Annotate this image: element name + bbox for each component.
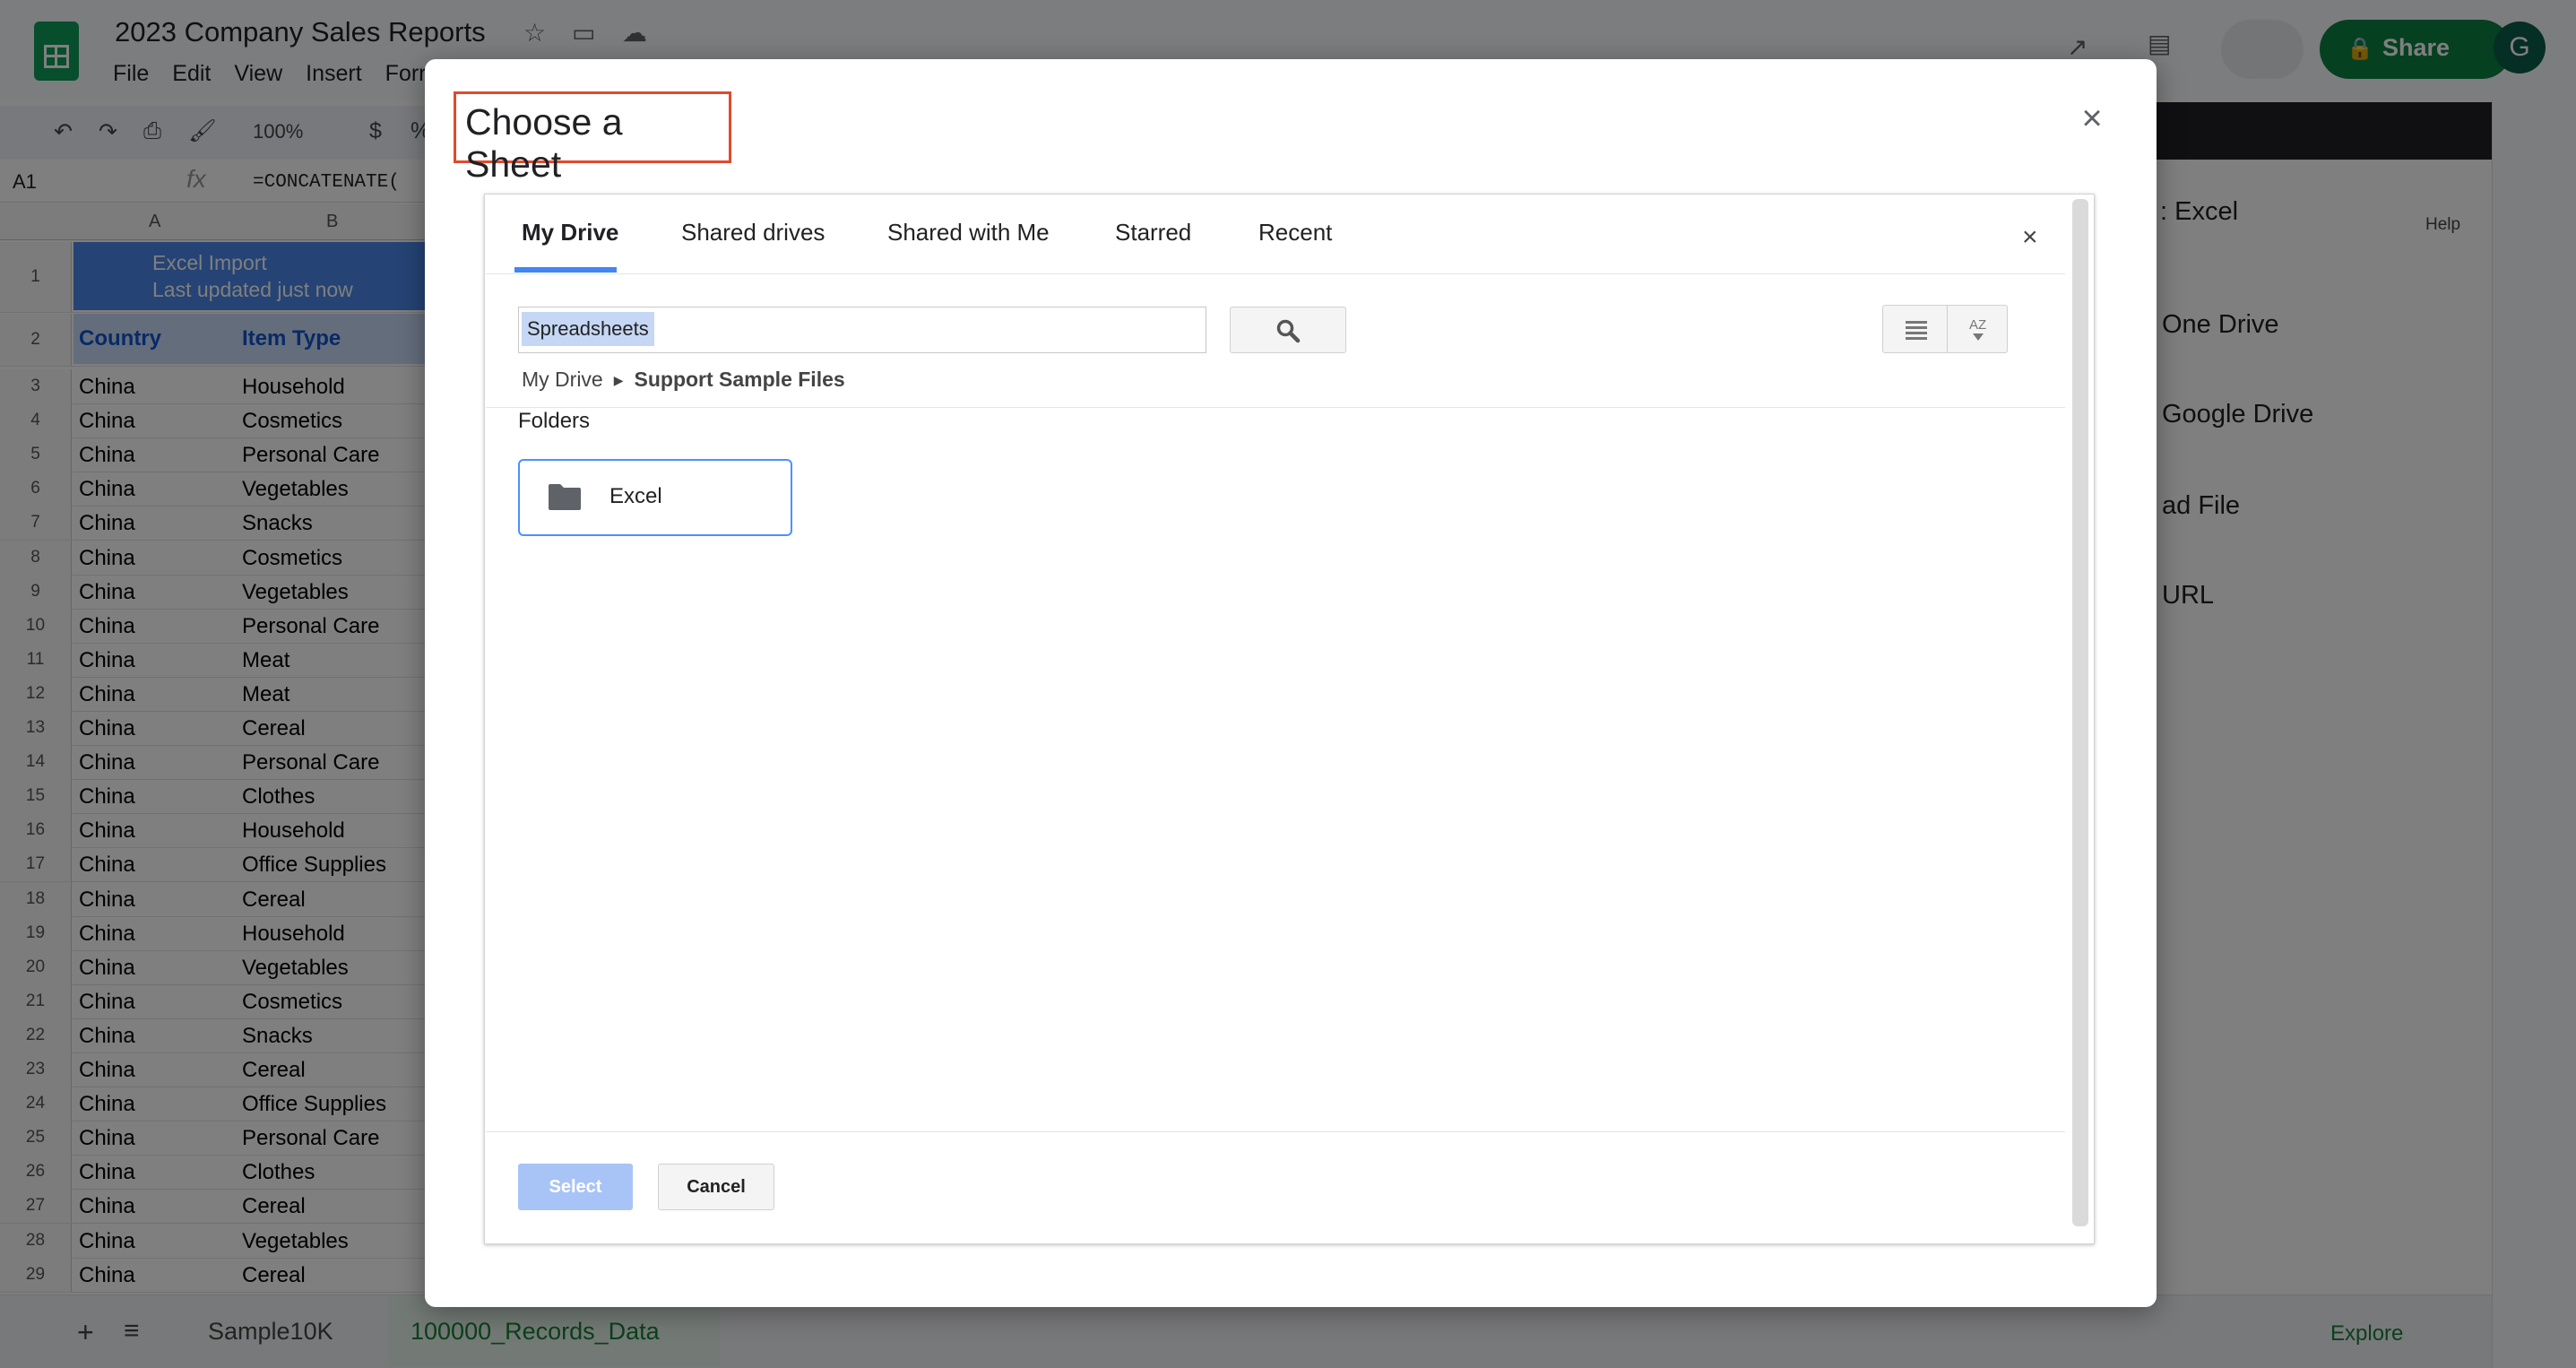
folder-icon [547, 482, 583, 515]
active-tab-indicator [514, 267, 617, 273]
tab-my-drive[interactable]: My Drive [522, 219, 618, 247]
tab-recent[interactable]: Recent [1258, 219, 1332, 247]
folders-heading: Folders [518, 409, 591, 433]
dialog-title: Choose a Sheet [454, 91, 731, 185]
sort-az-icon: A Z [1969, 317, 1986, 341]
picker-close-icon[interactable]: × [2022, 222, 2038, 253]
search-icon [1276, 319, 1301, 343]
svg-text:Z: Z [1978, 317, 1986, 333]
list-view-icon [1906, 321, 1927, 340]
tab-shared-with-me[interactable]: Shared with Me [887, 219, 1050, 247]
breadcrumb-root[interactable]: My Drive [522, 368, 603, 391]
divider [486, 407, 2065, 408]
divider [486, 1131, 2065, 1132]
folder-label: Excel [609, 484, 662, 508]
sort-az-button[interactable]: A Z [1947, 305, 2008, 353]
search-button[interactable] [1230, 307, 1346, 353]
breadcrumb-current: Support Sample Files [634, 368, 845, 391]
svg-text:A: A [1969, 317, 1978, 333]
select-button[interactable]: Select [518, 1164, 633, 1210]
picker-scrollbar[interactable] [2072, 199, 2088, 1226]
breadcrumb-chevron-icon: ▶ [613, 373, 624, 388]
tab-starred[interactable]: Starred [1115, 219, 1191, 247]
list-view-button[interactable] [1882, 305, 1949, 353]
breadcrumb: My Drive ▶ Support Sample Files [522, 368, 845, 392]
close-icon[interactable]: × [2074, 100, 2110, 136]
tab-shared-drives[interactable]: Shared drives [681, 219, 825, 247]
cancel-button[interactable]: Cancel [658, 1164, 774, 1210]
search-filter-token[interactable]: Spreadsheets [522, 312, 654, 346]
